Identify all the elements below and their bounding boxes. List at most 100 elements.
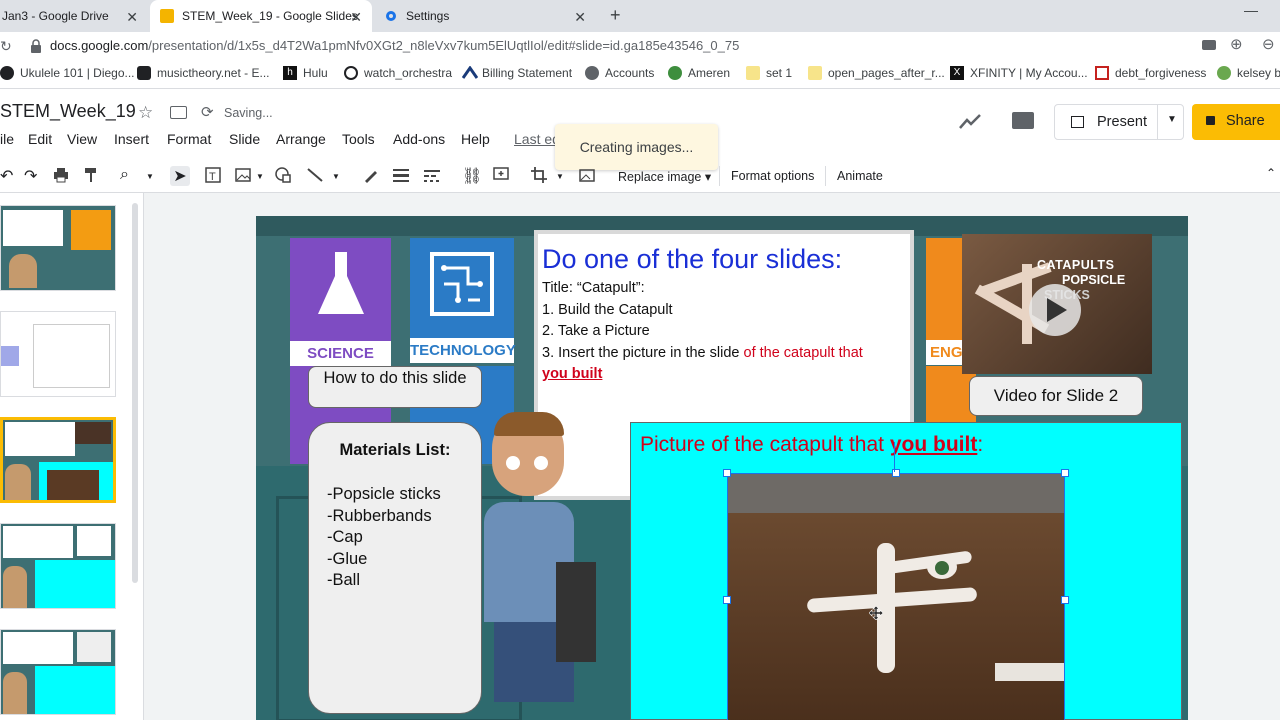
border-color-icon[interactable] [362,166,382,186]
bookmark-watch-orchestra[interactable]: watch_orchestra [344,66,452,80]
bookmark-xfinity[interactable]: X XFINITY | My Accou... [950,66,1088,80]
bookmark-label: debt_forgiveness [1115,66,1207,80]
bookmark-billing[interactable]: Billing Statement [461,65,573,80]
menu-insert[interactable]: Insert [114,131,149,147]
bitmoji-avatar[interactable] [476,412,616,720]
bookmark-icon [668,66,682,80]
bookmark-set1[interactable]: set 1 [746,66,792,80]
tab-label: Settings [406,9,450,23]
filmstrip-scrollbar[interactable] [132,203,138,583]
new-tab-icon[interactable]: + [610,5,621,26]
bookmark-debt[interactable]: debt_forgiveness [1095,66,1206,80]
menu-format[interactable]: Format [167,131,211,147]
video-thumbnail[interactable]: CATAPULTS POPSICLE STICKS [962,234,1152,374]
redo-icon[interactable]: ↷ [24,166,44,186]
animate-button[interactable]: Animate [837,169,883,183]
replace-image-button[interactable]: Replace image ▾ [618,169,711,184]
image-icon[interactable] [234,166,254,186]
bookmark-open-pages[interactable]: open_pages_after_r... [808,66,945,80]
chevron-down-icon[interactable]: ▼ [556,172,576,192]
undo-icon[interactable]: ↶ [0,166,20,186]
border-weight-icon[interactable] [392,166,412,186]
star-icon[interactable]: ☆ [138,103,153,123]
reset-image-icon[interactable] [578,166,598,186]
resize-handle[interactable] [723,469,731,477]
resize-handle[interactable] [723,596,731,604]
bookmark-label: Billing Statement [482,66,573,80]
menu-arrange[interactable]: Arrange [276,131,326,147]
present-label: Present [1097,114,1147,130]
folder-icon [808,66,822,80]
picture-label-colon: : [977,433,984,456]
format-options-button[interactable]: Format options [731,169,814,183]
chevron-up-icon[interactable]: ⌃ [1266,166,1280,186]
close-icon[interactable]: ✕ [126,8,138,26]
bookmark-icon [461,65,479,80]
menu-slide[interactable]: Slide [229,131,260,147]
bookmark-hulu[interactable]: h Hulu [283,66,328,80]
slide-thumbnail[interactable] [0,205,116,291]
select-cursor-icon[interactable]: ➤ [170,166,190,186]
bookmark-ameren[interactable]: Ameren [668,66,730,80]
bookmark-kelsey[interactable]: kelsey b [1217,66,1280,80]
bookmark-musictheory[interactable]: musictheory.net - E... [137,66,269,80]
materials-box[interactable]: Materials List: -Popsicle sticks -Rubber… [308,422,482,714]
play-icon[interactable] [1029,284,1081,336]
resize-handle[interactable] [1061,469,1069,477]
close-icon[interactable]: ✕ [574,8,586,26]
tab-google-slides[interactable]: STEM_Week_19 - Google Slides ✕ [150,0,372,32]
camera-icon[interactable] [1202,40,1216,50]
menu-view[interactable]: View [67,131,97,147]
thumb-avatar [5,464,31,500]
zoom-icon[interactable]: ⌕ [120,166,140,186]
slide[interactable]: SCIENCE TECHNOLOGY ENG Do one of the fou… [256,216,1188,720]
avatar-eye [506,456,520,470]
resize-handle[interactable] [1061,596,1069,604]
video-label[interactable]: Video for Slide 2 [969,376,1143,416]
account-icon[interactable]: ⊖ [1262,35,1275,53]
chevron-down-icon[interactable]: ▼ [332,172,352,192]
menu-tools[interactable]: Tools [342,131,375,147]
chevron-down-icon[interactable]: ▼ [256,172,276,192]
border-dash-icon[interactable] [423,166,443,186]
instruction-line: 1. Build the Catapult [542,301,673,318]
thumb-avatar [3,566,27,608]
move-folder-icon[interactable] [170,106,187,119]
comment-icon[interactable] [1012,112,1034,129]
minimize-icon[interactable]: — [1244,2,1258,18]
slide-thumbnail[interactable] [0,311,116,397]
crop-icon[interactable] [530,166,550,186]
menu-addons[interactable]: Add-ons [393,131,445,147]
menu-file[interactable]: ile [0,131,14,147]
slide-heading[interactable]: Do one of the four slides: [542,244,842,275]
instructions-text[interactable]: Title: “Catapult”: 1. Build the Catapult… [542,278,863,386]
tab-settings[interactable]: Settings ✕ [374,0,596,32]
tab-google-drive[interactable]: Jan3 - Google Drive ✕ [0,0,148,32]
activity-trend-icon[interactable] [958,110,982,139]
shape-icon[interactable] [274,166,294,186]
line-icon[interactable] [306,166,326,186]
close-icon[interactable]: ✕ [350,8,362,26]
url-field[interactable]: docs.google.com/presentation/d/1x5s_d4T2… [50,38,739,53]
add-comment-icon[interactable] [492,166,512,186]
menu-edit[interactable]: Edit [28,131,52,147]
slide-thumbnail-active[interactable] [0,417,116,503]
how-to-box[interactable]: How to do this slide [308,366,482,408]
last-edit-link[interactable]: Last ed [514,131,560,147]
slide-thumbnail[interactable] [0,629,116,715]
present-button[interactable]: Present ▼ [1054,104,1184,140]
zoom-icon[interactable]: ⊕ [1230,35,1243,53]
print-icon[interactable] [52,166,72,186]
document-title[interactable]: STEM_Week_19 [0,101,136,122]
chevron-down-icon[interactable]: ▼ [146,172,166,192]
text-box-icon[interactable]: T [204,166,224,186]
menu-help[interactable]: Help [461,131,490,147]
bookmark-accounts[interactable]: Accounts [585,66,654,80]
chevron-down-icon[interactable]: ▼ [1167,114,1177,125]
bookmark-ukulele[interactable]: Ukulele 101 | Diego... [0,66,135,80]
share-button[interactable]: Share [1192,104,1280,140]
slide-thumbnail[interactable] [0,523,116,609]
reload-icon[interactable]: ↻ [0,38,12,55]
link-icon[interactable]: ⛓ [462,166,482,186]
paint-format-icon[interactable] [82,166,102,186]
